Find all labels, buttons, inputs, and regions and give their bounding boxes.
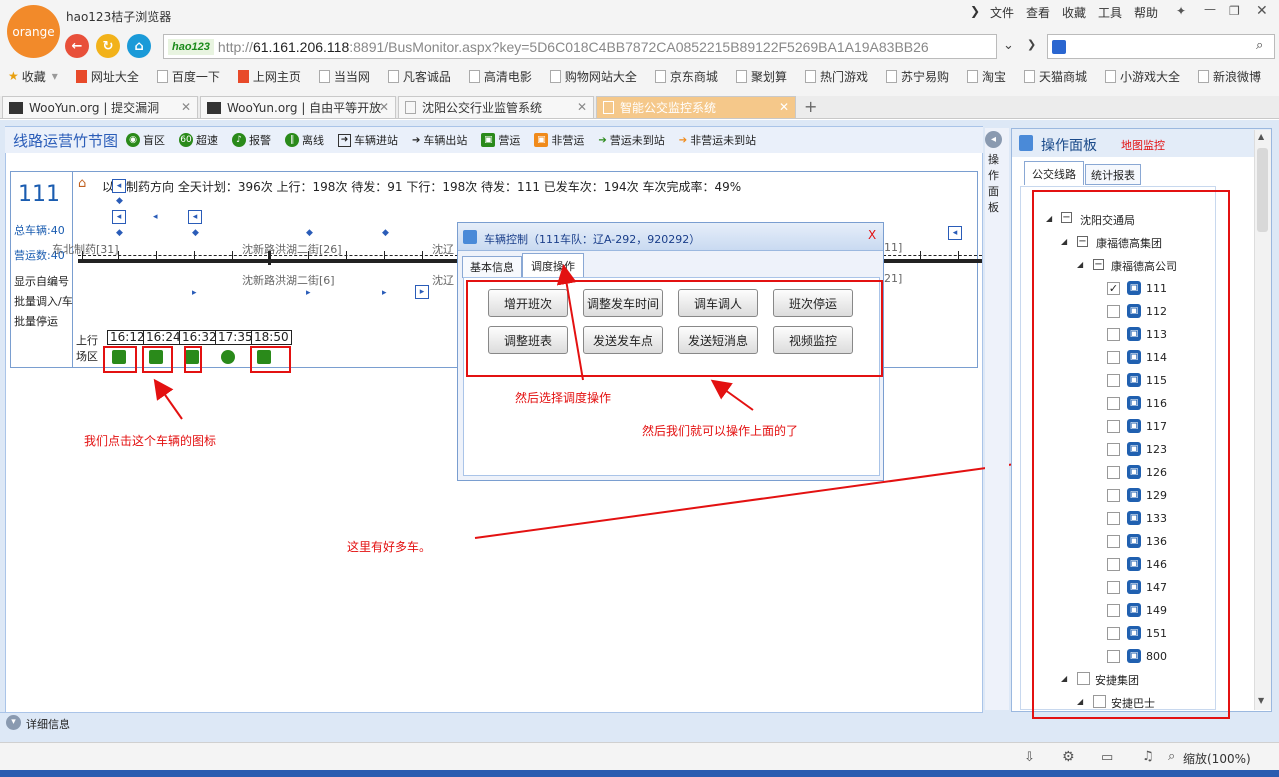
bus-icon: ▣ <box>1127 488 1141 502</box>
detail-info-label[interactable]: 详细信息 <box>26 716 70 732</box>
line-label[interactable]: 147 <box>1146 581 1167 594</box>
tab-bus-lines[interactable]: 公交线路 <box>1024 161 1084 185</box>
bus-icon: ▣ <box>1127 419 1141 433</box>
expand-icon[interactable]: ◢ <box>1077 260 1083 269</box>
line-checkbox[interactable] <box>1107 558 1120 571</box>
bus-icon: ▣ <box>1127 304 1141 318</box>
expand-detail-icon[interactable]: ▾ <box>6 715 21 730</box>
download-icon[interactable]: ⇩ <box>1024 750 1035 765</box>
line-label[interactable]: 117 <box>1146 420 1167 433</box>
line-checkbox[interactable] <box>1107 328 1120 341</box>
line-label[interactable]: 146 <box>1146 558 1167 571</box>
line-label[interactable]: 115 <box>1146 374 1167 387</box>
bus-icon: ▣ <box>1127 649 1141 663</box>
arrow-to-tab <box>556 264 584 381</box>
bus-icon: ▣ <box>1127 281 1141 295</box>
line-label[interactable]: 114 <box>1146 351 1167 364</box>
line-checkbox[interactable] <box>1107 397 1120 410</box>
screen-icon[interactable]: ▭ <box>1101 750 1113 765</box>
tree-company-label[interactable]: 康福德高公司 <box>1111 258 1177 274</box>
line-checkbox[interactable] <box>1107 420 1120 433</box>
line-label[interactable]: 126 <box>1146 466 1167 479</box>
status-bar <box>0 742 1279 770</box>
map-monitor-link[interactable]: 地图监控 <box>1121 137 1165 153</box>
zoom-icon[interactable]: ⌕ <box>1168 749 1175 764</box>
line-label[interactable]: 129 <box>1146 489 1167 502</box>
line-label[interactable]: 149 <box>1146 604 1167 617</box>
line-label[interactable]: 116 <box>1146 397 1167 410</box>
arrow-to-buttons <box>710 379 754 411</box>
bus-icon: ▣ <box>1127 442 1141 456</box>
bus-icon: ▣ <box>1127 465 1141 479</box>
bus-icon: ▣ <box>1127 557 1141 571</box>
line-label[interactable]: 136 <box>1146 535 1167 548</box>
bus-icon: ▣ <box>1127 396 1141 410</box>
line-label[interactable]: 113 <box>1146 328 1167 341</box>
line-checkbox[interactable] <box>1107 604 1120 617</box>
detail-bar <box>0 712 983 734</box>
expand-icon[interactable]: ◢ <box>1077 697 1083 706</box>
line-label[interactable]: 112 <box>1146 305 1167 318</box>
line-checkbox[interactable]: ✓ <box>1107 282 1120 295</box>
taskbar <box>0 770 1279 777</box>
tree-group-label[interactable]: 安捷集团 <box>1095 672 1139 688</box>
collapse-panel-icon[interactable]: ◂ <box>985 131 1002 148</box>
line-checkbox[interactable] <box>1107 627 1120 640</box>
bus-icon: ▣ <box>1127 327 1141 341</box>
tree-company-label[interactable]: 安捷巴士 <box>1111 695 1155 711</box>
line-checkbox[interactable] <box>1107 351 1120 364</box>
line-checkbox[interactable] <box>1107 581 1120 594</box>
volume-icon[interactable]: ♫ <box>1142 749 1154 764</box>
panel-icon <box>1019 135 1033 151</box>
bus-icon: ▣ <box>1127 373 1141 387</box>
tree-checkbox[interactable] <box>1077 672 1090 685</box>
line-checkbox[interactable] <box>1107 535 1120 548</box>
expand-icon[interactable]: ◢ <box>1061 237 1067 246</box>
zoom-level[interactable]: 缩放(100%) <box>1183 750 1251 767</box>
scroll-up-icon[interactable]: ▲ <box>1258 132 1264 141</box>
tree-collapse-icon[interactable]: − <box>1061 212 1072 223</box>
tab-statistics[interactable]: 统计报表 <box>1085 164 1141 185</box>
bus-icon: ▣ <box>1127 350 1141 364</box>
gear-icon[interactable]: ⚙ <box>1062 749 1075 765</box>
line-label[interactable]: 133 <box>1146 512 1167 525</box>
tree-collapse-icon[interactable]: − <box>1077 236 1088 247</box>
operation-panel-title: 操作面板 <box>1041 138 1097 154</box>
line-checkbox[interactable] <box>1107 443 1120 456</box>
line-checkbox[interactable] <box>1107 512 1120 525</box>
expand-icon[interactable]: ◢ <box>1061 674 1067 683</box>
operation-panel-vertical-label[interactable]: 操作面板 <box>988 152 1002 216</box>
bus-icon: ▣ <box>1127 534 1141 548</box>
line-label[interactable]: 800 <box>1146 650 1167 663</box>
line-label[interactable]: 123 <box>1146 443 1167 456</box>
line-label[interactable]: 151 <box>1146 627 1167 640</box>
line-checkbox[interactable] <box>1107 650 1120 663</box>
line-checkbox[interactable] <box>1107 466 1120 479</box>
tree-collapse-icon[interactable]: − <box>1093 259 1104 270</box>
line-checkbox[interactable] <box>1107 489 1120 502</box>
arrow-to-bus <box>153 378 183 420</box>
arrow-to-tree <box>474 454 1034 539</box>
tree-checkbox[interactable] <box>1093 695 1106 708</box>
bus-icon: ▣ <box>1127 603 1141 617</box>
bus-icon: ▣ <box>1127 626 1141 640</box>
tree-group-label[interactable]: 康福德高集团 <box>1096 235 1162 251</box>
bus-icon: ▣ <box>1127 511 1141 525</box>
scroll-down-icon[interactable]: ▼ <box>1258 696 1264 705</box>
line-checkbox[interactable] <box>1107 374 1120 387</box>
line-checkbox[interactable] <box>1107 305 1120 318</box>
tree-root-label[interactable]: 沈阳交通局 <box>1080 212 1135 228</box>
expand-icon[interactable]: ◢ <box>1046 214 1052 223</box>
line-label[interactable]: 111 <box>1146 282 1167 295</box>
bus-icon: ▣ <box>1127 580 1141 594</box>
scrollbar-thumb[interactable] <box>1257 148 1268 232</box>
